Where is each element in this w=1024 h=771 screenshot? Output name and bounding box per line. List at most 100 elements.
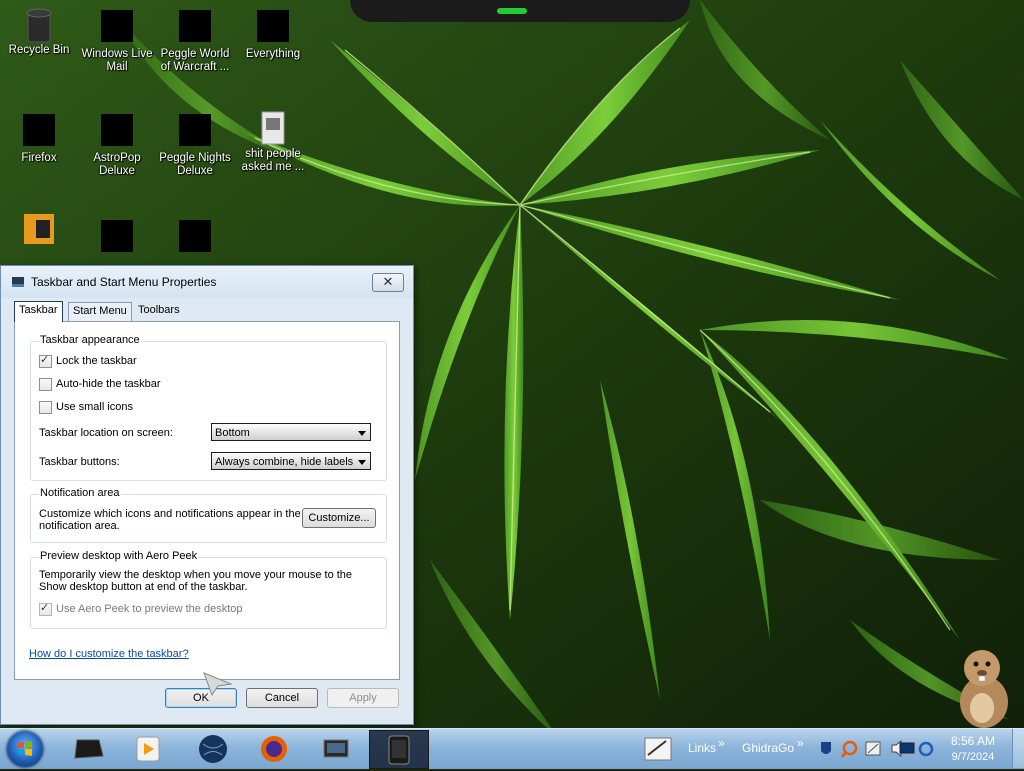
show-desktop-button[interactable] [1012, 729, 1024, 768]
recycle-bin-icon [22, 6, 56, 43]
taskbar-app-1[interactable] [62, 730, 116, 767]
aero-peek-group: Preview desktop with Aero Peek Temporari… [30, 550, 387, 629]
desktop-icon-row3-a[interactable] [1, 212, 77, 250]
gadget-indicator [497, 8, 527, 14]
chevron-right-icon[interactable]: » [797, 736, 804, 750]
windows-logo-icon [18, 741, 32, 756]
dialog-titlebar[interactable]: Taskbar and Start Menu Properties ✕ [1, 266, 413, 298]
desktop-icon-peggle-wow[interactable]: Peggle World of Warcraft ... [157, 10, 233, 74]
taskbar-app-2[interactable] [121, 730, 175, 767]
taskbar-properties-dialog: Taskbar and Start Menu Properties ✕ Task… [0, 265, 414, 725]
firefox-icon [22, 114, 56, 148]
taskbar-app-3[interactable] [186, 730, 240, 767]
folder-icon [74, 739, 104, 759]
small-icons-checkbox[interactable] [39, 400, 52, 414]
desktop-icon-label: Everything [245, 48, 301, 60]
taskbar-icon [12, 277, 24, 287]
globe-icon [199, 735, 227, 763]
autohide-checkbox[interactable] [39, 377, 52, 391]
chevron-right-icon[interactable]: » [718, 736, 725, 750]
ghidrago-toolbar[interactable]: GhidraGo [742, 741, 794, 755]
desktop-icon-label: Windows Live Mail [81, 48, 153, 73]
sync-icon [918, 741, 934, 757]
checkbox-label: Use Aero Peek to preview the desktop [56, 603, 243, 615]
notification-description: Customize which icons and notifications … [39, 508, 301, 532]
taskbar-icon [388, 735, 410, 765]
aero-peek-option[interactable]: Use Aero Peek to preview the desktop [39, 601, 243, 616]
firefox-icon [261, 736, 287, 762]
desktop-icon-row3-c[interactable] [157, 220, 233, 258]
peggle-icon [178, 10, 212, 44]
desktop-icon-peggle-nights[interactable]: Peggle Nights Deluxe [157, 114, 233, 178]
network-icon [865, 741, 881, 756]
tab-start-menu[interactable]: Start Menu [68, 302, 132, 321]
taskbar-buttons-select[interactable]: Always combine, hide labels [211, 452, 371, 470]
checkbox-label: Use small icons [56, 401, 134, 413]
start-button[interactable] [7, 731, 43, 767]
shield-icon [821, 742, 831, 754]
clock-time: 8:56 AM [950, 734, 996, 748]
help-link[interactable]: How do I customize the taskbar? [29, 648, 189, 660]
desktop-icon-astropop[interactable]: AstroPop Deluxe [79, 114, 155, 178]
desktop-icon-label: shit people asked me ... [241, 148, 305, 173]
group-heading: Taskbar appearance [39, 334, 141, 346]
mail-icon [100, 10, 134, 44]
mouse-cursor-icon [203, 672, 233, 696]
taskbar-app-firefox[interactable] [247, 730, 301, 767]
checkbox-label: Lock the taskbar [56, 355, 137, 367]
small-icons-option[interactable]: Use small icons [39, 400, 133, 414]
customize-button[interactable]: Customize... [302, 508, 376, 528]
system-tray [821, 739, 934, 758]
chevron-down-icon [358, 460, 366, 465]
taskbar-location-select[interactable]: Bottom [211, 423, 371, 441]
notification-area-group: Notification area Customize which icons … [30, 487, 387, 543]
peggle-nights-icon [178, 114, 212, 148]
desktop-icon-label: Firefox [21, 152, 57, 164]
desktop-icon-row3-b[interactable] [79, 220, 155, 258]
taskbar-clock[interactable]: 8:56 AM 9/7/2024 [946, 734, 1000, 763]
media-player-icon [136, 736, 160, 762]
autohide-option[interactable]: Auto-hide the taskbar [39, 377, 161, 391]
monitor-icon [899, 742, 915, 754]
lock-taskbar-option[interactable]: Lock the taskbar [39, 353, 137, 368]
chevron-down-icon [358, 431, 366, 436]
aero-peek-description: Temporarily view the desktop when you mo… [39, 569, 353, 593]
taskbar-tab-panel: Taskbar appearance Lock the taskbar Auto… [14, 321, 400, 680]
desktop-icon-label: Peggle World of Warcraft ... [160, 48, 230, 73]
gopher-mascot-icon [960, 650, 1008, 728]
buttons-label: Taskbar buttons: [39, 456, 120, 468]
search-icon [840, 740, 858, 758]
group-heading: Notification area [39, 487, 121, 499]
desktop-icon-everything[interactable]: Everything [235, 10, 311, 61]
app-icon [100, 220, 134, 254]
desktop-icon-recycle-bin[interactable]: Recycle Bin [1, 6, 77, 57]
dialog-title: Taskbar and Start Menu Properties [31, 275, 217, 289]
apply-button[interactable]: Apply [327, 688, 399, 708]
app-icon [22, 212, 56, 246]
desktop-icon-label: AstroPop Deluxe [93, 152, 141, 177]
checkbox-label: Auto-hide the taskbar [56, 378, 161, 390]
taskbar-app-taskbar-properties[interactable] [369, 730, 429, 769]
lock-taskbar-checkbox[interactable] [39, 353, 52, 368]
window-icon [323, 739, 349, 758]
search-icon [256, 10, 290, 44]
cancel-button[interactable]: Cancel [246, 688, 318, 708]
notes-icon[interactable] [642, 733, 674, 763]
aero-peek-checkbox[interactable] [39, 601, 52, 616]
tab-toolbars[interactable]: Toolbars [134, 302, 184, 320]
links-toolbar[interactable]: Links [688, 741, 716, 755]
taskbar-app-5[interactable] [309, 730, 363, 767]
tab-taskbar[interactable]: Taskbar [14, 301, 63, 322]
desktop-icon-windows-live-mail[interactable]: Windows Live Mail [79, 10, 155, 74]
group-heading: Preview desktop with Aero Peek [39, 550, 199, 562]
select-value: Bottom [215, 427, 250, 439]
clock-date: 9/7/2024 [951, 751, 995, 763]
taskbar-appearance-group: Taskbar appearance Lock the taskbar Auto… [30, 334, 387, 481]
app-icon [178, 220, 212, 254]
desktop-icon-shortcut-folder[interactable]: shit people asked me ... [235, 110, 311, 174]
desktop-icon-label: Peggle Nights Deluxe [159, 152, 231, 177]
location-label: Taskbar location on screen: [39, 427, 173, 439]
astropop-icon [100, 114, 134, 148]
close-button[interactable]: ✕ [372, 273, 404, 292]
desktop-icon-firefox[interactable]: Firefox [1, 114, 77, 165]
